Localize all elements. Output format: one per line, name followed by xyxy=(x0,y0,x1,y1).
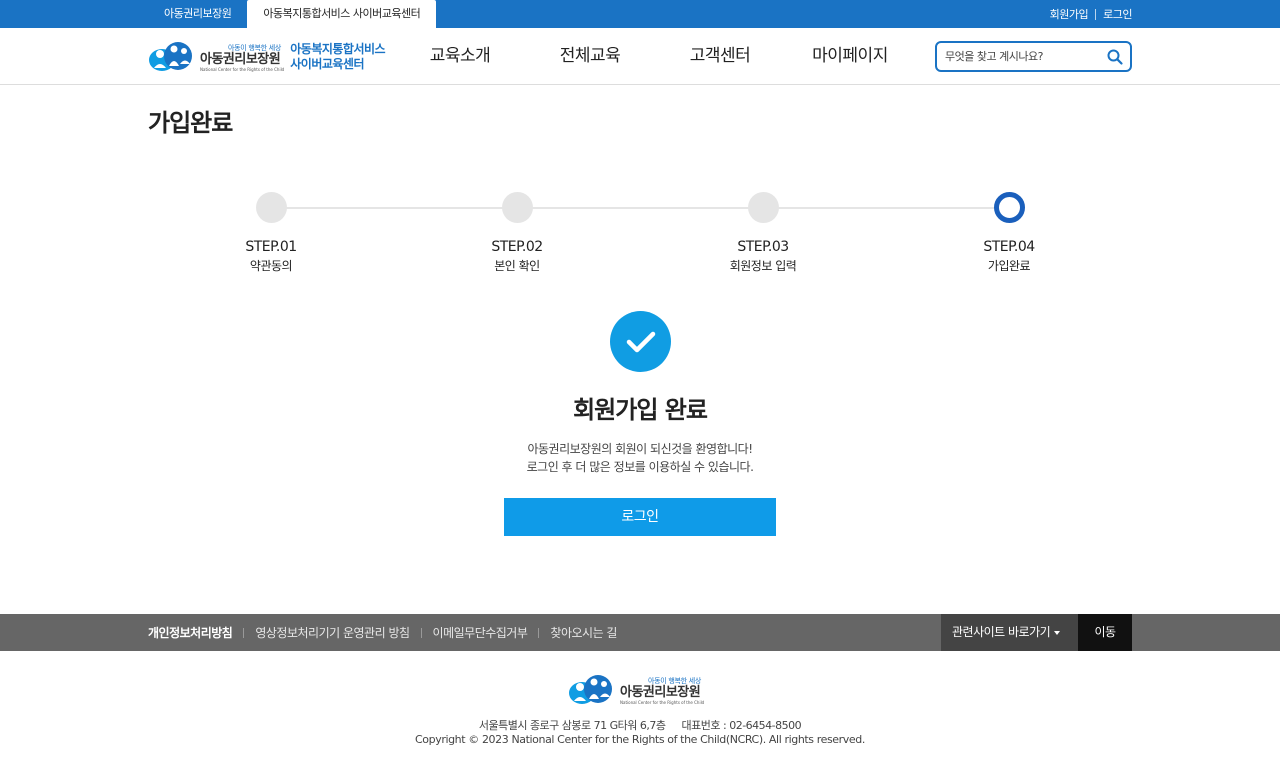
top-bar: 아동권리보장원 아동복지통합서비스 사이버교육센터 회원가입 로그인 xyxy=(0,0,1280,28)
logo-org-name: 아동권리보장원 xyxy=(200,51,281,67)
step-1-label: 약관동의 xyxy=(249,259,293,273)
step-1-dot xyxy=(255,192,287,223)
step-3-dot xyxy=(747,192,779,223)
footer-link-divider xyxy=(243,627,245,638)
nav-item-all-edu[interactable]: 전체교육 xyxy=(525,28,655,85)
footer-bar: 개인정보처리방침 영상정보처리기기 운영관리 방침 이메일무단수집거부 찾아오시… xyxy=(0,614,1280,651)
footer-logo: 아동이 행복한 세상 아동권리보장원 National Center for t… xyxy=(568,673,704,707)
header: 아동이 행복한 세상 아동권리보장원 National Center for t… xyxy=(0,28,1280,85)
family-site-select[interactable]: 관련사이트 바로가기 xyxy=(941,614,1078,651)
step-3: STEP.03 회원정보 입력 xyxy=(693,192,833,274)
footer-link-no-email[interactable]: 이메일무단수집거부 xyxy=(433,624,528,641)
nav-item-edu-intro[interactable]: 교육소개 xyxy=(395,28,525,85)
step-4-number: STEP.04 xyxy=(983,239,1035,255)
footer-logo-org-name: 아동권리보장원 xyxy=(620,684,701,700)
complete-message: 아동권리보장원의 회원이 되신것을 환영합니다! 로그인 후 더 많은 정보를 … xyxy=(390,440,890,476)
footer-link-directions[interactable]: 찾아오시는 길 xyxy=(550,624,617,641)
step-3-number: STEP.03 xyxy=(737,239,789,255)
footer-links: 개인정보처리방침 영상정보처리기기 운영관리 방침 이메일무단수집거부 찾아오시… xyxy=(148,614,617,651)
complete-message-line1: 아동권리보장원의 회원이 되신것을 환영합니다! xyxy=(527,442,753,456)
step-4-label: 가입완료 xyxy=(987,259,1031,273)
family-site-label: 관련사이트 바로가기 xyxy=(952,625,1051,639)
footer-copyright: Copyright © 2023 National Center for the… xyxy=(415,733,865,746)
steps-progress-line xyxy=(271,207,1009,209)
footer-logo-slogan: 아동이 행복한 세상 xyxy=(648,676,701,685)
step-2-number: STEP.02 xyxy=(491,239,543,255)
search-box xyxy=(935,41,1132,72)
footer-link-cctv-policy[interactable]: 영상정보처리기기 운영관리 방침 xyxy=(255,624,410,641)
main-nav: 교육소개 전체교육 고객센터 마이페이지 xyxy=(395,28,915,85)
search-input[interactable] xyxy=(945,48,1105,65)
login-button[interactable]: 로그인 xyxy=(504,498,776,536)
util-divider xyxy=(1095,8,1097,20)
step-1: STEP.01 약관동의 xyxy=(201,192,341,274)
step-3-label: 회원정보 입력 xyxy=(729,259,797,273)
footer-logo-mark-icon xyxy=(568,673,618,707)
step-1-number: STEP.01 xyxy=(245,239,297,255)
step-2: STEP.02 본인 확인 xyxy=(447,192,587,274)
footer-link-divider xyxy=(538,627,540,638)
footer-logo-eng-name: National Center for the Rights of the Ch… xyxy=(620,699,705,705)
search-icon[interactable] xyxy=(1106,48,1124,66)
caret-down-icon xyxy=(1054,630,1061,635)
site-tabs: 아동권리보장원 아동복지통합서비스 사이버교육센터 xyxy=(148,0,437,28)
logo-text: 아동이 행복한 세상 아동권리보장원 National Center for t… xyxy=(200,43,284,72)
login-link[interactable]: 로그인 xyxy=(1103,6,1132,22)
logo-sub-line1: 아동복지통합서비스 xyxy=(290,42,386,56)
logo-mark-icon xyxy=(148,40,198,74)
util-menu: 회원가입 로그인 xyxy=(1050,0,1133,28)
footer-address-text: 서울특별시 종로구 삼봉로 71 G타워 6,7층 xyxy=(478,719,666,732)
footer-link-divider xyxy=(420,627,422,638)
join-link[interactable]: 회원가입 xyxy=(1050,6,1089,22)
logo-eng-name: National Center for the Rights of the Ch… xyxy=(200,66,285,72)
step-4-dot-current xyxy=(993,192,1025,223)
footer-address: 서울특별시 종로구 삼봉로 71 G타워 6,7층 대표번호 : 02-6454-… xyxy=(340,717,940,733)
complete-title: 회원가입 완료 xyxy=(573,396,708,424)
logo-subtitle: 아동복지통합서비스 사이버교육센터 xyxy=(290,42,385,72)
site-tab-cyber-edu[interactable]: 아동복지통합서비스 사이버교육센터 xyxy=(247,0,437,28)
footer-logo-text: 아동이 행복한 세상 아동권리보장원 National Center for t… xyxy=(620,676,704,705)
step-4: STEP.04 가입완료 xyxy=(939,192,1079,274)
footer-link-privacy[interactable]: 개인정보처리방침 xyxy=(148,624,233,641)
step-2-dot xyxy=(501,192,533,223)
footer-tel: 대표번호 : 02-6454-8500 xyxy=(681,719,802,732)
family-site-go-button[interactable]: 이동 xyxy=(1078,614,1132,651)
complete-message-line2: 로그인 후 더 많은 정보를 이용하실 수 있습니다. xyxy=(526,460,754,474)
site-logo[interactable]: 아동이 행복한 세상 아동권리보장원 National Center for t… xyxy=(148,40,386,74)
logo-slogan: 아동이 행복한 세상 xyxy=(228,43,281,52)
nav-item-support[interactable]: 고객센터 xyxy=(655,28,785,85)
logo-sub-line2: 사이버교육센터 xyxy=(290,57,365,71)
page-title: 가입완료 xyxy=(148,109,233,137)
site-tab-ncrc[interactable]: 아동권리보장원 xyxy=(148,0,247,28)
step-2-label: 본인 확인 xyxy=(494,259,540,273)
check-icon xyxy=(610,311,671,372)
nav-item-mypage[interactable]: 마이페이지 xyxy=(785,28,915,85)
